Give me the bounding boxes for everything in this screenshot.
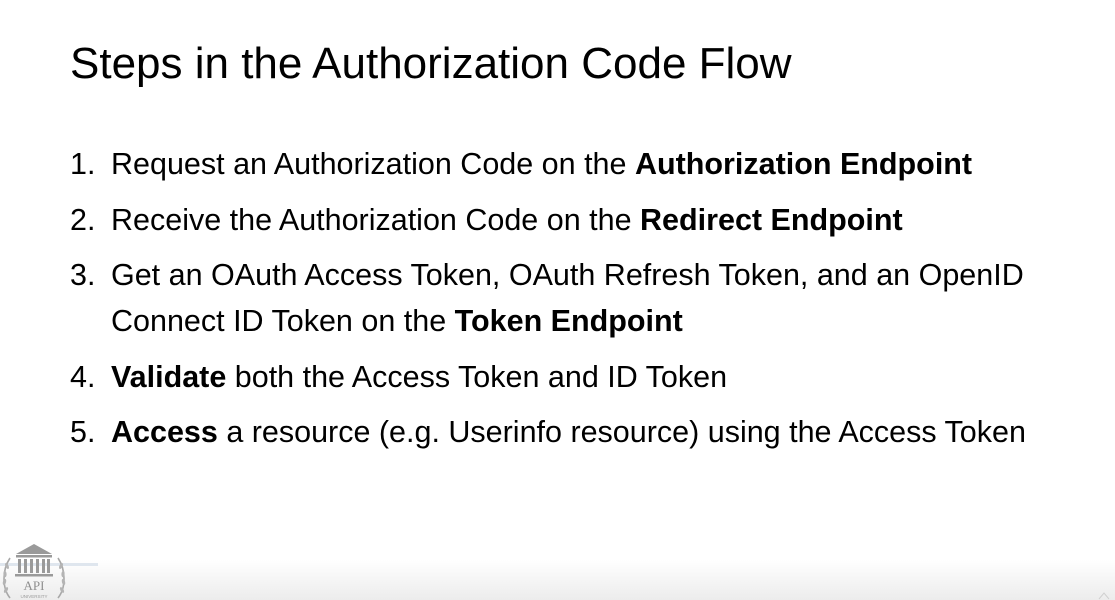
step-number: 1. <box>70 147 96 181</box>
steps-list: 1. Request an Authorization Code on the … <box>70 141 1070 465</box>
step-number: 5. <box>70 415 96 449</box>
step-text-bold: Validate <box>111 359 227 394</box>
step-item: 3. Get an OAuth Access Token, OAuth Refr… <box>70 252 1070 344</box>
step-text-bold: Token Endpoint <box>454 304 683 338</box>
footer-bar <box>0 560 1115 600</box>
slide: Steps in the Authorization Code Flow 1. … <box>0 0 1115 600</box>
step-text: Access a resource (e.g. Userinfo resourc… <box>111 415 1026 449</box>
step-text-part: both the Access Token and ID Token <box>226 359 728 394</box>
step-text-part: Request an Authorization Code on the <box>111 147 635 181</box>
step-text-bold: Redirect Endpoint <box>640 202 903 237</box>
step-item: 2. Receive the Authorization Code on the… <box>70 197 1070 243</box>
step-number: 2. <box>70 202 96 237</box>
step-item: 5. Access a resource (e.g. Userinfo reso… <box>70 409 1070 455</box>
corner-mark-icon <box>1098 592 1110 600</box>
step-text-part: a resource (e.g. Userinfo resource) usin… <box>217 415 1026 449</box>
step-text-part: Receive the Authorization Code on the <box>111 202 641 237</box>
step-number: 3. <box>70 258 96 292</box>
step-text: Validate both the Access Token and ID To… <box>111 360 727 394</box>
step-text-bold: Authorization Endpoint <box>634 147 973 181</box>
step-text: Receive the Authorization Code on the Re… <box>111 203 903 237</box>
step-text: Get an OAuth Access Token, OAuth Refresh… <box>111 258 1024 338</box>
api-university-logo-icon: API UNIVERSITY <box>2 544 66 599</box>
slide-title: Steps in the Authorization Code Flow <box>70 39 792 88</box>
step-text-bold: Access <box>111 415 218 449</box>
step-number: 4. <box>70 359 96 394</box>
logo-text: API <box>24 578 45 593</box>
step-text: Request an Authorization Code on the Aut… <box>111 147 972 181</box>
logo-subtext: UNIVERSITY <box>20 594 47 599</box>
step-item: 1. Request an Authorization Code on the … <box>70 141 1070 187</box>
step-item: 4. Validate both the Access Token and ID… <box>70 354 1070 400</box>
